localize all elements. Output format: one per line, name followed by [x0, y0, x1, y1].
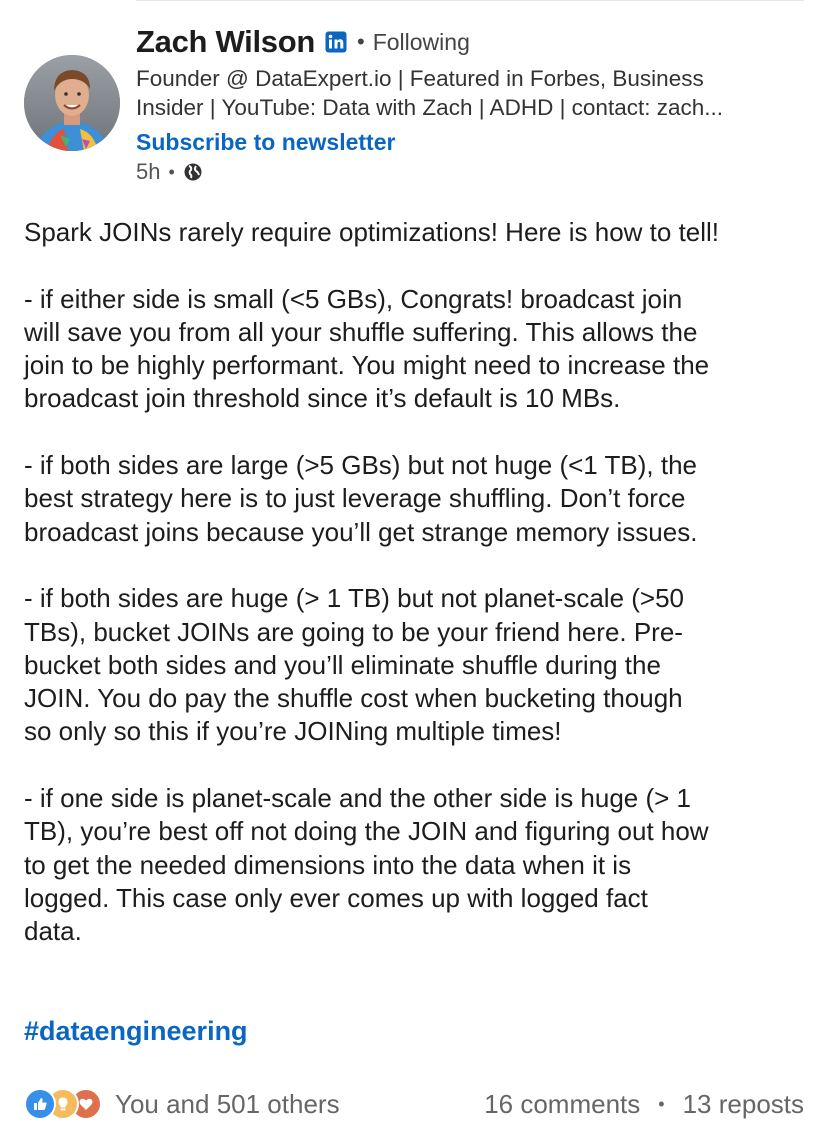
post-text-line: data. [24, 916, 82, 947]
post-paragraph: - if either side is small (<5 GBs), Cong… [24, 283, 814, 416]
post-text-line: to get the needed dimensions into the da… [24, 849, 632, 880]
post-text-line: best strategy here is to just leverage s… [24, 483, 686, 514]
separator-dot: • [357, 29, 365, 54]
post-text-line: - if both sides are large (>5 GBs) but n… [24, 450, 697, 481]
subscribe-newsletter-link[interactable]: Subscribe to newsletter [136, 129, 395, 156]
headline-line: Founder @ DataExpert.io | Featured in Fo… [136, 66, 704, 91]
post-header: Zach Wilson • Following Founder @ DataEx… [136, 20, 804, 185]
post-text-line: bucket both sides and you’ll eliminate s… [24, 649, 661, 680]
post-text-line: JOIN. You do pay the shuffle cost when b… [24, 683, 683, 714]
separator-dot: • [658, 1093, 665, 1114]
post-text-line: - if both sides are huge (> 1 TB) but no… [24, 583, 685, 614]
top-divider [136, 0, 804, 1]
post-paragraph: - if one side is planet-scale and the ot… [24, 782, 814, 948]
hashtag-link[interactable]: #dataengineering [24, 1016, 248, 1047]
globe-icon [184, 163, 202, 181]
author-avatar[interactable] [24, 55, 120, 151]
headline-line: Insider | YouTube: Data with Zach | ADHD… [136, 95, 723, 120]
post-text-line: so only so this if you’re JOINing multip… [24, 716, 562, 747]
post-text-line: TB), you’re best off not doing the JOIN … [24, 816, 709, 847]
reactions-count-text: You and 501 others [115, 1088, 340, 1119]
post-text-line: broadcast joins because you’ll get stran… [24, 516, 698, 547]
post-meta: 5h • [136, 159, 804, 185]
avatar-photo [24, 55, 120, 151]
post-text-line: - if one side is planet-scale and the ot… [24, 783, 692, 814]
like-icon [24, 1088, 56, 1120]
post-text-line: - if either side is small (<5 GBs), Cong… [24, 283, 683, 314]
author-name[interactable]: Zach Wilson [136, 24, 315, 60]
comments-count[interactable]: 16 comments [484, 1089, 640, 1120]
post-text: Spark JOINs rarely require optimizations… [24, 216, 814, 982]
post-paragraph: - if both sides are large (>5 GBs) but n… [24, 449, 814, 549]
post-text-line: join to be highly performant. You might … [24, 350, 710, 381]
social-counts-bar: You and 501 others 16 comments • 13 repo… [24, 1084, 804, 1124]
separator-dot: • [168, 161, 175, 182]
post-time: 5h [136, 159, 161, 184]
author-line: Zach Wilson • Following [136, 20, 804, 64]
reposts-count[interactable]: 13 reposts [683, 1089, 804, 1120]
post-text-line: will save you from all your shuffle suff… [24, 316, 698, 347]
post-paragraph: - if both sides are huge (> 1 TB) but no… [24, 582, 814, 748]
author-headline[interactable]: Founder @ DataExpert.io | Featured in Fo… [136, 64, 796, 122]
reactions-summary[interactable]: You and 501 others [24, 1088, 340, 1120]
post-paragraph: Spark JOINs rarely require optimizations… [24, 216, 814, 249]
post-text-line: TBs), bucket JOINs are going to be your … [24, 616, 683, 647]
following-status[interactable]: Following [373, 29, 470, 56]
post-text-line: broadcast join threshold since it’s defa… [24, 383, 621, 414]
post-text-line: Spark JOINs rarely require optimizations… [24, 217, 720, 247]
post-text-line: logged. This case only ever comes up wit… [24, 882, 648, 913]
linkedin-icon [325, 31, 347, 53]
